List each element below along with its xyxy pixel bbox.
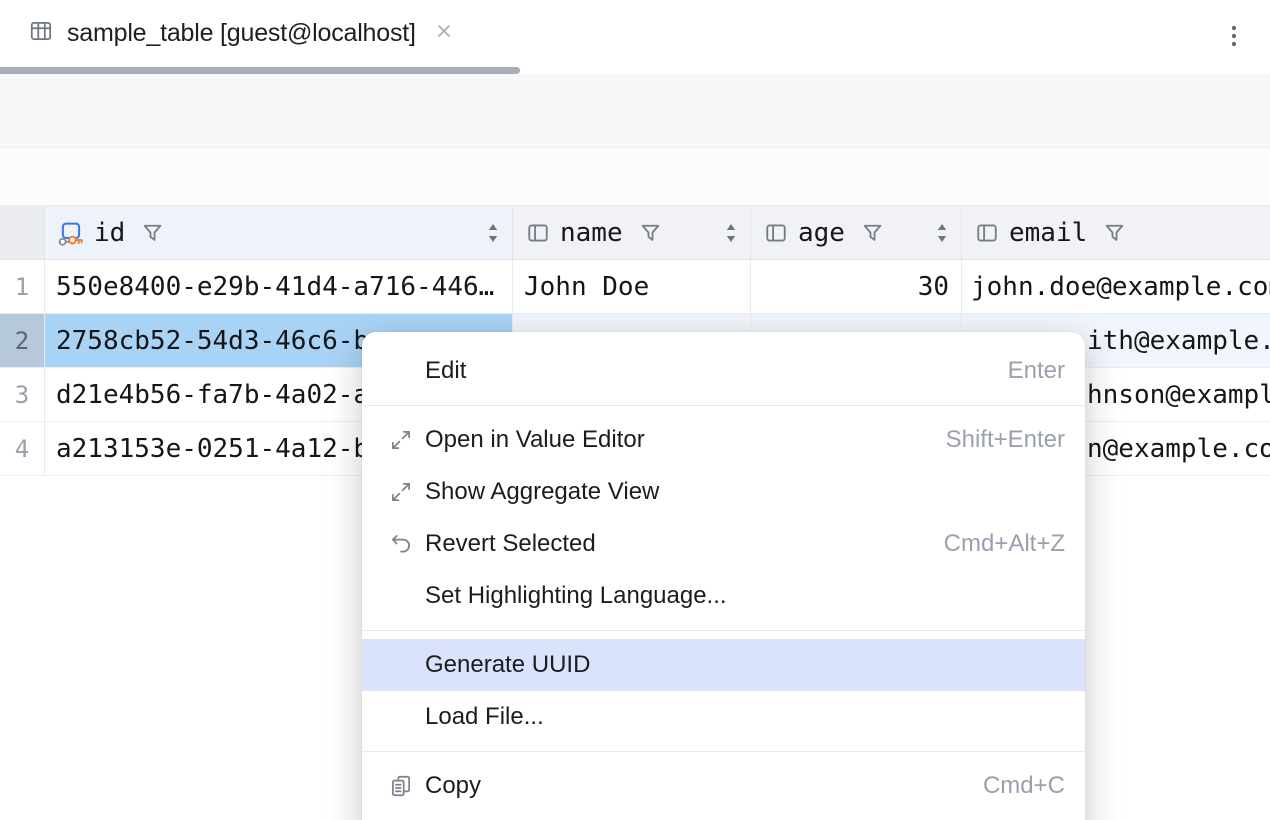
row-number-header[interactable] (0, 206, 45, 260)
filter-funnel-icon[interactable] (859, 219, 886, 246)
column-header-label: age (798, 218, 845, 248)
context-menu: Edit Enter Open in Value Editor Shift+En… (362, 332, 1085, 820)
tab-close-icon[interactable] (434, 21, 454, 46)
column-header-label: name (560, 218, 623, 248)
menu-shortcut: Shift+Enter (946, 426, 1065, 454)
expand-icon (388, 479, 425, 505)
cell-email[interactable]: john.doe@example.com (962, 260, 1270, 314)
menu-item-edit[interactable]: Edit Enter (362, 345, 1085, 397)
menu-item-set-highlighting-language[interactable]: Set Highlighting Language... (362, 570, 1085, 622)
tab-title: sample_table [guest@localhost] (67, 19, 416, 48)
column-icon (524, 219, 552, 247)
table-row: 1 550e8400-e29b-41d4-a716-446… John Doe … (0, 260, 1270, 314)
menu-item-copy[interactable]: Copy Cmd+C (362, 760, 1085, 812)
cell-id[interactable]: 550e8400-e29b-41d4-a716-446… (45, 260, 513, 314)
menu-shortcut: Cmd+C (983, 772, 1065, 800)
column-header-name[interactable]: name (513, 206, 751, 260)
row-number[interactable]: 4 (0, 422, 45, 476)
datagrip-table-editor: sample_table [guest@localhost] 4 rows (0, 0, 1270, 820)
cell-email-visible-fragment[interactable]: ith@example.c (1087, 314, 1270, 368)
row-number[interactable]: 3 (0, 368, 45, 422)
row-number[interactable]: 1 (0, 260, 45, 314)
tab-sample-table[interactable]: sample_table [guest@localhost] (0, 0, 454, 67)
where-filter-row[interactable]: WHERE (0, 148, 1270, 206)
menu-item-show-aggregate-view[interactable]: Show Aggregate View (362, 466, 1085, 518)
filter-funnel-icon[interactable] (1101, 219, 1128, 246)
grid-header-row: id name (0, 206, 1270, 260)
menu-item-load-file[interactable]: Load File... (362, 691, 1085, 743)
active-tab-underline (0, 67, 520, 74)
menu-shortcut: Enter (1008, 357, 1065, 385)
column-header-label: email (1009, 218, 1087, 248)
cell-email-visible-fragment[interactable]: hnson@exampl (1087, 368, 1270, 422)
cell-name[interactable]: John Doe (513, 260, 751, 314)
menu-separator (362, 751, 1085, 752)
sort-toggle-icon[interactable] (484, 221, 502, 250)
filter-funnel-icon[interactable] (637, 219, 664, 246)
column-icon (973, 219, 1001, 247)
menu-item-revert-selected[interactable]: Revert Selected Cmd+Alt+Z (362, 518, 1085, 570)
sort-toggle-icon[interactable] (933, 221, 951, 250)
column-icon (762, 219, 790, 247)
table-icon (28, 18, 54, 49)
cell-age[interactable]: 30 (751, 260, 962, 314)
sort-toggle-icon[interactable] (722, 221, 740, 250)
undo-icon (388, 531, 425, 557)
menu-separator (362, 405, 1085, 406)
menu-item-generate-uuid[interactable]: Generate UUID (362, 639, 1085, 691)
expand-icon (388, 427, 425, 453)
menu-item-open-in-value-editor[interactable]: Open in Value Editor Shift+Enter (362, 414, 1085, 466)
column-header-label: id (94, 218, 125, 248)
more-options-kebab-icon[interactable] (1222, 18, 1246, 54)
menu-shortcut: Cmd+Alt+Z (944, 530, 1065, 558)
column-header-email[interactable]: email (962, 206, 1270, 260)
filter-funnel-icon[interactable] (139, 219, 166, 246)
data-editor-toolbar: 4 rows (0, 74, 1270, 148)
editor-tab-bar: sample_table [guest@localhost] (0, 0, 1270, 74)
copy-icon (388, 773, 425, 799)
row-number[interactable]: 2 (0, 314, 45, 368)
column-header-id[interactable]: id (45, 206, 513, 260)
cell-email-visible-fragment[interactable]: n@example.co (1087, 422, 1270, 476)
primary-key-column-icon (56, 218, 86, 248)
column-header-age[interactable]: age (751, 206, 962, 260)
menu-separator (362, 630, 1085, 631)
